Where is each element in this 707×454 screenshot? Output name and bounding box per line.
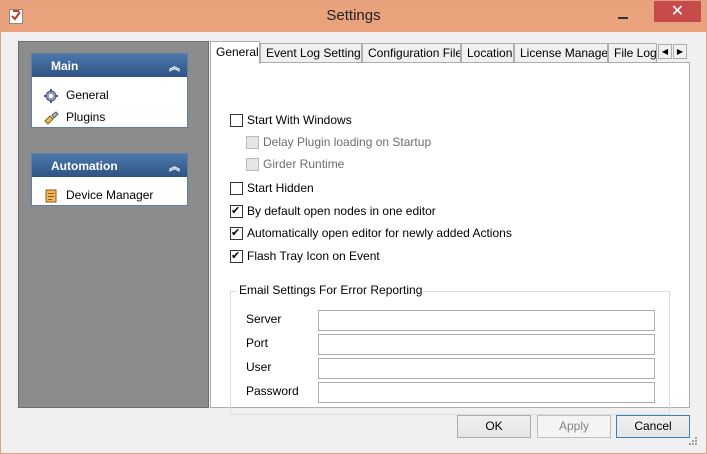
group-automation: Automation ︽ Device Manager bbox=[31, 153, 188, 206]
girder-runtime-checkbox bbox=[246, 158, 259, 171]
plugin-icon bbox=[44, 110, 59, 125]
tab-scroll-left-button[interactable]: ◀ bbox=[658, 44, 672, 59]
checkbox-label: By default open nodes in one editor bbox=[247, 204, 436, 218]
start-with-windows-checkbox[interactable] bbox=[230, 114, 243, 127]
sidebar-item-label: Plugins bbox=[66, 110, 106, 124]
open-nodes-one-editor-checkbox[interactable] bbox=[230, 204, 243, 218]
server-label: Server bbox=[246, 312, 282, 326]
gear-icon bbox=[44, 88, 59, 103]
tab-configuration-files[interactable]: Configuration Files bbox=[362, 43, 461, 63]
delay-plugin-loading-checkbox bbox=[246, 136, 259, 149]
port-input[interactable] bbox=[318, 334, 655, 355]
flash-tray-icon-checkbox[interactable] bbox=[230, 249, 243, 263]
group-main: Main ︽ General Plugins bbox=[31, 53, 188, 128]
group-automation-title: Automation bbox=[51, 159, 118, 173]
password-input[interactable] bbox=[318, 382, 655, 403]
start-hidden-checkbox[interactable] bbox=[230, 182, 243, 195]
sidebar: Main ︽ General Plugins Automation ︽ Devi… bbox=[18, 41, 209, 408]
close-button[interactable]: ✕ bbox=[654, 1, 701, 22]
checkbox-label: Girder Runtime bbox=[263, 157, 345, 171]
sidebar-item-label: Device Manager bbox=[66, 188, 154, 202]
checkbox-label: Delay Plugin loading on Startup bbox=[263, 135, 432, 149]
group-main-header[interactable]: Main ︽ bbox=[32, 54, 187, 77]
minimize-button[interactable] bbox=[609, 6, 637, 26]
group-automation-header[interactable]: Automation ︽ bbox=[32, 154, 187, 177]
dialog-body: Main ︽ General Plugins Automation ︽ Devi… bbox=[9, 32, 700, 447]
sidebar-item-label: General bbox=[66, 88, 109, 102]
sidebar-item-general[interactable]: General bbox=[32, 84, 187, 106]
sidebar-item-device-manager[interactable]: Device Manager bbox=[32, 184, 187, 206]
tab-general[interactable]: General bbox=[210, 41, 260, 64]
port-label: Port bbox=[246, 336, 269, 350]
checkbox-label: Flash Tray Icon on Event bbox=[247, 249, 380, 263]
cancel-button[interactable]: Cancel bbox=[616, 415, 690, 438]
tab-strip: General Event Log Settings Configuration… bbox=[210, 41, 690, 64]
checkbox-label: Start With Windows bbox=[247, 113, 352, 127]
apply-button: Apply bbox=[537, 415, 611, 438]
email-settings-group: Email Settings For Error Reporting Serve… bbox=[230, 283, 670, 415]
tab-scroll-right-button[interactable]: ▶ bbox=[673, 44, 687, 59]
title-bar[interactable]: Settings ✕ bbox=[1, 1, 706, 32]
sidebar-item-plugins[interactable]: Plugins bbox=[32, 106, 187, 128]
settings-window: Settings ✕ Main ︽ General Plugins Automa… bbox=[0, 0, 707, 454]
user-input[interactable] bbox=[318, 358, 655, 379]
tab-event-log-settings[interactable]: Event Log Settings bbox=[260, 43, 362, 63]
collapse-icon[interactable]: ︽ bbox=[169, 158, 180, 174]
user-label: User bbox=[246, 360, 272, 374]
tab-location[interactable]: Location bbox=[461, 43, 514, 63]
device-manager-icon bbox=[44, 188, 59, 203]
checkbox-label: Automatically open editor for newly adde… bbox=[247, 226, 512, 240]
auto-open-editor-checkbox[interactable] bbox=[230, 226, 243, 240]
password-label: Password bbox=[246, 384, 299, 398]
email-settings-legend: Email Settings For Error Reporting bbox=[237, 283, 425, 297]
server-input[interactable] bbox=[318, 310, 655, 331]
window-title: Settings bbox=[326, 7, 381, 24]
general-tab-page: Start With Windows Delay Plugin loading … bbox=[210, 62, 690, 415]
tab-file-logging[interactable]: File Logg bbox=[608, 43, 657, 63]
checkbox-label: Start Hidden bbox=[247, 181, 314, 195]
collapse-icon[interactable]: ︽ bbox=[169, 58, 180, 74]
group-main-title: Main bbox=[51, 59, 79, 73]
ok-button[interactable]: OK bbox=[457, 415, 531, 438]
resize-grip-icon[interactable] bbox=[688, 435, 698, 445]
tab-license-manager[interactable]: License Manager bbox=[514, 43, 608, 63]
